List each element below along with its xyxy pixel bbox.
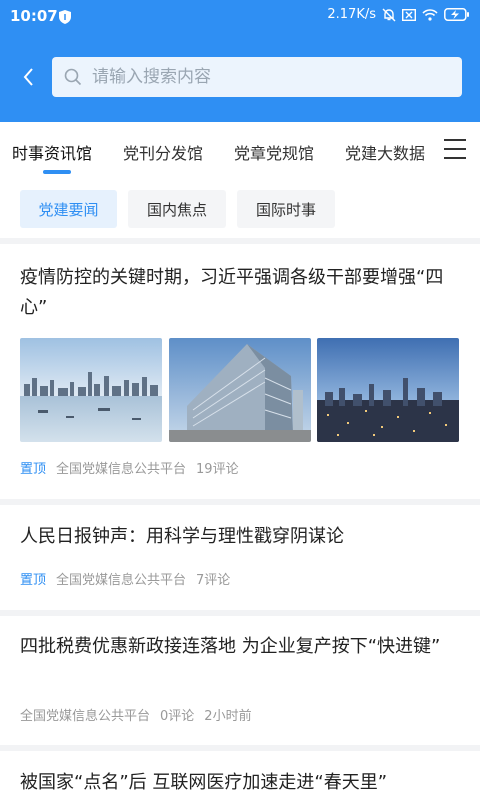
article-time: 2小时前 [204,709,252,724]
subtab-international[interactable]: 国际时事 [237,190,335,228]
pinned-badge: 置顶 [20,462,47,477]
app-header: 10:07 2.17K/s [0,0,480,122]
article-meta: 置顶 全国党媒信息公共平台 7评论 [20,569,230,588]
battery-charging-icon [444,8,469,21]
article-meta: 置顶 全国党媒信息公共平台 19评论 [20,458,239,477]
comment-count: 7评论 [196,573,231,588]
tab-current-affairs[interactable]: 时事资讯馆 [12,140,92,164]
status-bar: 10:07 2.17K/s [0,0,480,34]
article-title[interactable]: 被国家“点名”后 互联网医疗加速走进“春天里” [20,768,460,798]
article-source: 全国党媒信息公共平台 [20,709,151,724]
comment-count: 0评论 [160,709,195,724]
article-source: 全国党媒信息公共平台 [56,573,187,588]
status-time: 10:07 [10,7,58,25]
article-card[interactable]: 人民日报钟声：用科学与理性戳穿阴谋论 [0,505,480,610]
menu-icon[interactable] [444,137,466,161]
network-speed: 2.17K/s [327,7,376,22]
mute-bell-icon [382,8,396,21]
search-bar[interactable] [52,57,462,97]
search-input[interactable] [92,67,442,87]
sub-tabs: 党建要闻 国内焦点 国际时事 [0,180,480,238]
article-title[interactable]: 四批税费优惠新政接连落地 为企业复产按下“快进键” [20,632,460,662]
chevron-left-icon [23,68,33,86]
subtab-domestic-focus[interactable]: 国内焦点 [128,190,226,228]
tab-party-big-data[interactable]: 党建大数据 [345,140,425,164]
tab-journal-distribution[interactable]: 党刊分发馆 [123,140,203,164]
article-title[interactable]: 人民日报钟声：用科学与理性戳穿阴谋论 [20,522,460,552]
article-title[interactable]: 疫情防控的关键时期，习近平强调各级干部要增强“四心” [20,263,460,323]
pinned-badge: 置顶 [20,573,47,588]
article-meta: 全国党媒信息公共平台 0评论 2小时前 [20,705,252,724]
article-source: 全国党媒信息公共平台 [56,462,187,477]
article-thumbnail[interactable] [20,338,162,442]
category-tabs: 时事资讯馆 党刊分发馆 党章党规馆 党建大数据 [0,122,480,180]
active-tab-indicator [43,170,71,174]
search-icon [64,68,82,86]
shield-icon [59,10,71,24]
tab-party-rules[interactable]: 党章党规馆 [234,140,314,164]
article-thumbnail[interactable] [317,338,459,442]
wifi-icon [422,8,438,21]
sim-icon [402,8,416,21]
subtab-party-news[interactable]: 党建要闻 [20,190,117,228]
comment-count: 19评论 [196,462,239,477]
article-card[interactable]: 被国家“点名”后 互联网医疗加速走进“春天里” [0,751,480,800]
article-thumbnail[interactable] [169,338,311,442]
back-button[interactable] [16,64,40,90]
article-card[interactable]: 四批税费优惠新政接连落地 为企业复产按下“快进键” [0,616,480,745]
